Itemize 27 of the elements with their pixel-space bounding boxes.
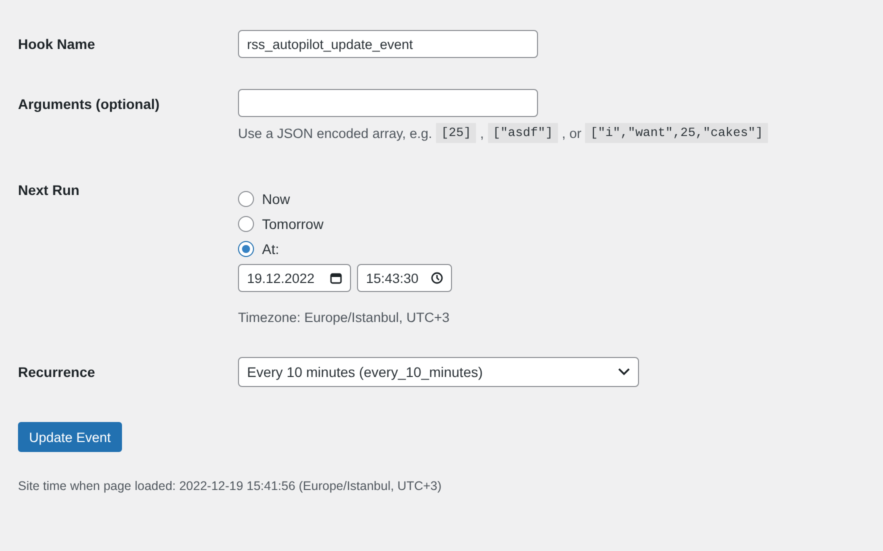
time-field[interactable]: 15:43:30 [357,264,452,292]
hook-name-field[interactable]: rss_autopilot_update_event [238,30,538,58]
radio-button[interactable] [238,216,254,232]
date-field[interactable]: 19.12.2022 [238,264,351,292]
recurrence-dropdown[interactable]: Every 10 minutes (every_10_minutes) [238,357,639,387]
clock-icon [431,272,443,284]
hint-text: , or [562,126,582,140]
radio-label[interactable]: Now [262,190,290,206]
input-field[interactable] [238,89,538,117]
update-event-button[interactable]: Update Event [18,422,122,452]
calendar-icon [330,272,342,284]
radio-button[interactable] [238,240,254,256]
radio-label[interactable]: At: [262,240,280,256]
site-time-text: Site time when page loaded: 2022-12-19 15:41:56 (Europe/Istanbul, UTC+3) [18,479,443,493]
code-sample: ["i","want",25,"cakes"] [585,123,768,143]
radio-button[interactable] [238,190,254,206]
field-label: Arguments (optional) [18,96,161,112]
code-sample: [25] [436,123,476,143]
radio-label[interactable]: Tomorrow [262,216,324,232]
field-label: Hook Name [18,36,96,52]
field-label: Next Run [18,182,80,198]
hint-text: Use a JSON encoded array, e.g. [238,126,432,140]
chevron-down-icon [618,368,630,376]
code-sample: ["asdf"] [488,123,558,143]
hint-text: , [480,126,484,140]
timezone-text: Timezone: Europe/Istanbul, UTC+3 [238,310,450,325]
field-label: Recurrence [18,364,96,380]
